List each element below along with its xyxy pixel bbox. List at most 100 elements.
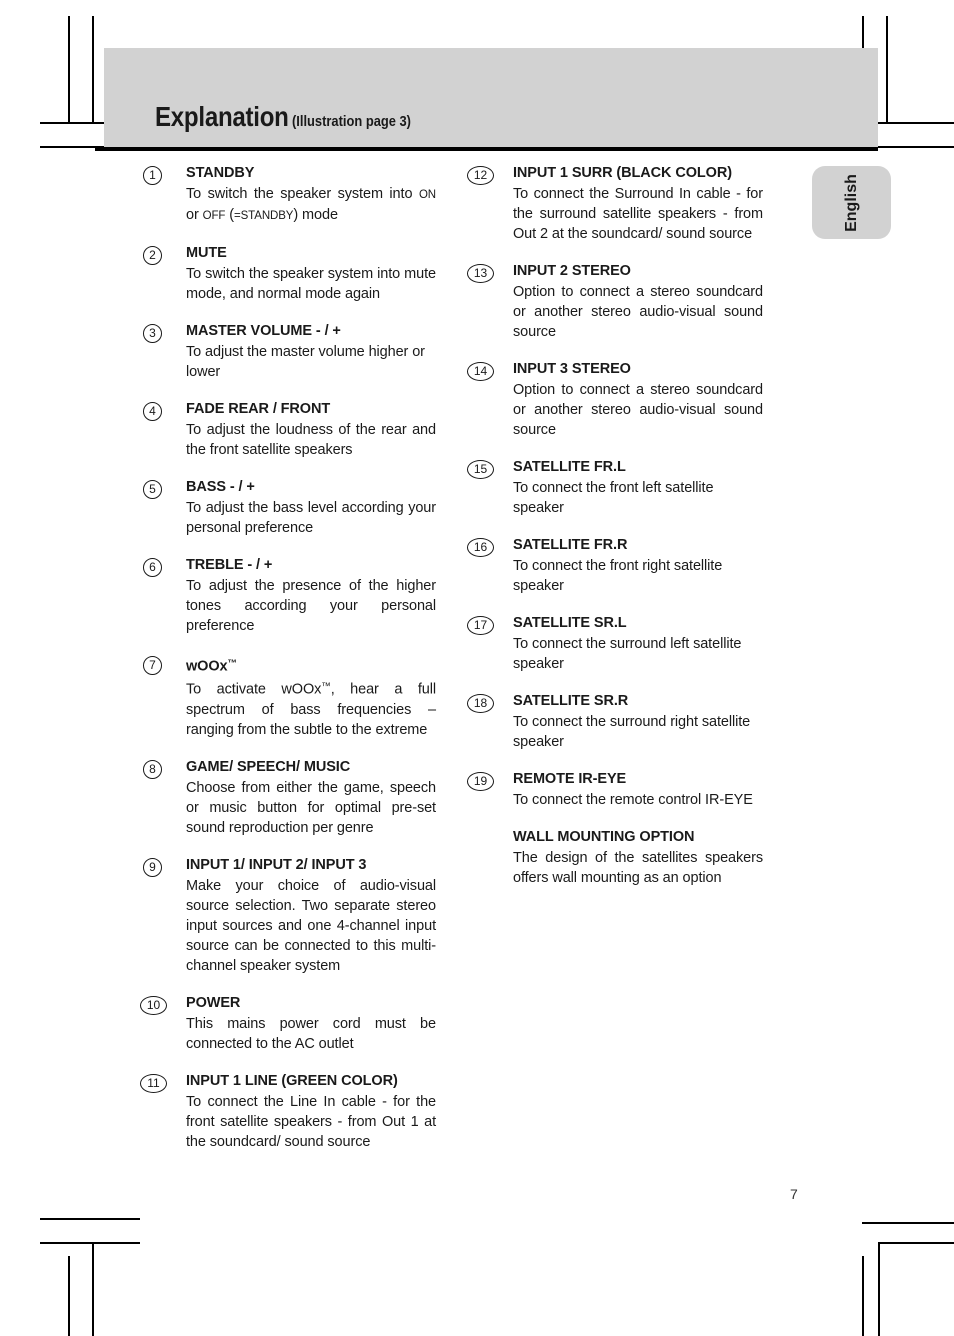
entry-number-badge: 3 (143, 324, 162, 343)
entry-number-badge: 2 (143, 246, 162, 265)
entry-description: Option to connect a stereo soundcard or … (513, 382, 763, 438)
explanation-entry: 7 wOOx™ To activate wOOx™, hear a full spe… (143, 654, 436, 740)
entry-description: To activate wOOx™, hear a full spectrum … (186, 681, 436, 738)
entry-title: INPUT 1 LINE (GREEN COLOR) (186, 1072, 398, 1089)
entry-description: To switch the speaker system into ON or … (186, 186, 436, 223)
explanation-entry: 16 SATELLITE FR.R To connect the front rig… (467, 536, 763, 596)
entry-title: TREBLE - / + (186, 557, 273, 573)
header-divider-rule (95, 147, 878, 151)
entry-number-badge: 16 (467, 538, 494, 557)
entry-title: SATELLITE FR.R (513, 537, 628, 553)
entry-number-badge: 14 (467, 362, 494, 381)
entry-description: To connect the surround right satellite … (513, 714, 751, 750)
explanation-entry: 1 STANDBY To switch the speaker system int… (143, 164, 436, 226)
crop-mark-bottom-right-horizontal (862, 1222, 954, 1224)
explanation-column-right: 12 INPUT 1 SURR (BLACK COLOR) To connect t… (467, 164, 763, 906)
entry-number-badge: 19 (467, 772, 494, 791)
explanation-entry: 14 INPUT 3 STEREO Option to connect a ster… (467, 360, 763, 440)
entry-title: FADE REAR / FRONT (186, 401, 331, 417)
entry-number-badge: 4 (143, 402, 162, 421)
entry-title: STANDBY (186, 165, 255, 181)
explanation-entry: 10 POWER This mains power cord must be con… (140, 994, 436, 1054)
crop-mark-top-left-vertical (92, 16, 94, 124)
entry-number-badge: 5 (143, 480, 162, 499)
entry-description: Make your choice of audio-visual source … (186, 877, 436, 974)
explanation-entry: WALL MOUNTING OPTION The design of the sa… (470, 828, 763, 888)
crop-mark-bottom-right-vertical-2 (862, 1256, 864, 1336)
explanation-entry: 19 REMOTE IR-EYE To connect the remote con… (467, 770, 763, 810)
entry-description: To connect the front right satellite spe… (513, 558, 723, 594)
entry-title: MASTER VOLUME - / + (186, 323, 341, 339)
explanation-entry: 17 SATELLITE SR.L To connect the surround … (467, 614, 763, 674)
header-banner (104, 48, 878, 147)
entry-description: To connect the remote control IR-EYE (513, 792, 753, 808)
entry-title: SATELLITE SR.R (513, 693, 629, 709)
entry-title: GAME/ SPEECH/ MUSIC (186, 758, 351, 775)
entry-description: To connect the Line In cable - for the f… (186, 1093, 436, 1150)
entry-description: To connect the surround left satellite s… (513, 636, 742, 672)
entry-description: The design of the satellites speakers of… (513, 850, 763, 886)
entry-number-badge: 17 (467, 616, 494, 635)
explanation-entry: 12 INPUT 1 SURR (BLACK COLOR) To connect t… (467, 164, 763, 244)
entry-description: To adjust the master volume higher or lo… (186, 344, 425, 380)
language-tab-english[interactable]: English (812, 166, 891, 239)
page-number: 7 (790, 1186, 798, 1202)
explanation-entry: 4 FADE REAR / FRONT To adjust the loudness… (143, 400, 436, 460)
entry-title: POWER (186, 994, 241, 1011)
explanation-entry: 3 MASTER VOLUME - / + To adjust the master… (143, 322, 436, 382)
entry-description: To connect the front left satellite spea… (513, 480, 714, 516)
crop-mark-bottom-left-vertical-2 (68, 1256, 70, 1336)
entry-description: To adjust the bass level according your … (186, 500, 436, 536)
entry-number-badge: 1 (143, 166, 162, 185)
entry-title: INPUT 2 STEREO (513, 263, 631, 279)
crop-mark-bottom-left-vertical (92, 1242, 94, 1336)
entry-description: To adjust the loudness of the rear and t… (186, 422, 436, 458)
entry-number-badge: 10 (140, 995, 167, 1015)
crop-mark-bottom-right-horizontal-2 (878, 1242, 954, 1244)
explanation-column-left: 1 STANDBY To switch the speaker system int… (140, 164, 436, 1170)
explanation-entry: 18 SATELLITE SR.R To connect the surround … (467, 692, 763, 752)
entry-description: Choose from either the game, speech or m… (186, 779, 436, 836)
entry-description: To switch the speaker system into mute m… (186, 266, 436, 302)
crop-mark-top-left-vertical-2 (68, 16, 70, 124)
entry-number-badge: 9 (143, 857, 162, 877)
explanation-entry: 5 BASS - / + To adjust the bass level acco… (143, 478, 436, 538)
entry-number-badge: 7 (143, 656, 162, 675)
entry-description: To adjust the presence of the higher ton… (186, 578, 436, 634)
entry-number-badge: 12 (467, 166, 494, 185)
crop-mark-bottom-left-horizontal-2 (40, 1242, 140, 1244)
entry-title: INPUT 3 STEREO (513, 361, 631, 377)
page-title: Explanation (Illustration page 3) (155, 103, 431, 131)
entry-title: REMOTE IR-EYE (513, 771, 627, 787)
entry-title: SATELLITE FR.L (513, 459, 626, 475)
entry-description: This mains power cord must be connected … (186, 1015, 436, 1052)
entry-number-badge: 11 (140, 1073, 167, 1093)
entry-number-badge: 13 (467, 264, 494, 283)
crop-mark-top-right-vertical-2 (886, 16, 888, 124)
entry-title: WALL MOUNTING OPTION (513, 829, 695, 845)
entry-number-badge: 8 (143, 759, 162, 779)
explanation-entry: 8 GAME/ SPEECH/ MUSIC Choose from either t… (143, 758, 436, 838)
explanation-entry: 6 TREBLE - / + To adjust the presence of t… (143, 556, 436, 636)
entry-number-badge: 6 (143, 558, 162, 577)
entry-number-badge: 15 (467, 460, 494, 479)
explanation-entry: 13 INPUT 2 STEREO Option to connect a ster… (467, 262, 763, 342)
entry-description: Option to connect a stereo soundcard or … (513, 284, 763, 340)
crop-mark-bottom-left-horizontal (40, 1218, 140, 1220)
entry-title: INPUT 1/ INPUT 2/ INPUT 3 (186, 856, 367, 873)
entry-description: To connect the Surround In cable - for t… (513, 186, 763, 242)
explanation-entry: 11 INPUT 1 LINE (GREEN COLOR) To connect t… (140, 1072, 436, 1152)
entry-title: INPUT 1 SURR (BLACK COLOR) (513, 165, 732, 181)
explanation-entry: 9 INPUT 1/ INPUT 2/ INPUT 3 Make your choi… (143, 856, 436, 976)
crop-mark-top-right-horizontal-2 (878, 146, 954, 148)
entry-title: SATELLITE SR.L (513, 615, 627, 631)
entry-number-badge: 18 (467, 694, 494, 713)
crop-mark-bottom-right-vertical (878, 1242, 880, 1336)
entry-title: MUTE (186, 245, 227, 261)
entry-title: wOOx™ (186, 658, 237, 675)
page-title-subtitle: (Illustration page 3) (292, 113, 412, 130)
language-tab-label: English (842, 173, 860, 232)
explanation-entry: 2 MUTE To switch the speaker system into m… (143, 244, 436, 304)
page-title-main: Explanation (155, 101, 289, 132)
explanation-entry: 15 SATELLITE FR.L To connect the front lef… (467, 458, 763, 518)
